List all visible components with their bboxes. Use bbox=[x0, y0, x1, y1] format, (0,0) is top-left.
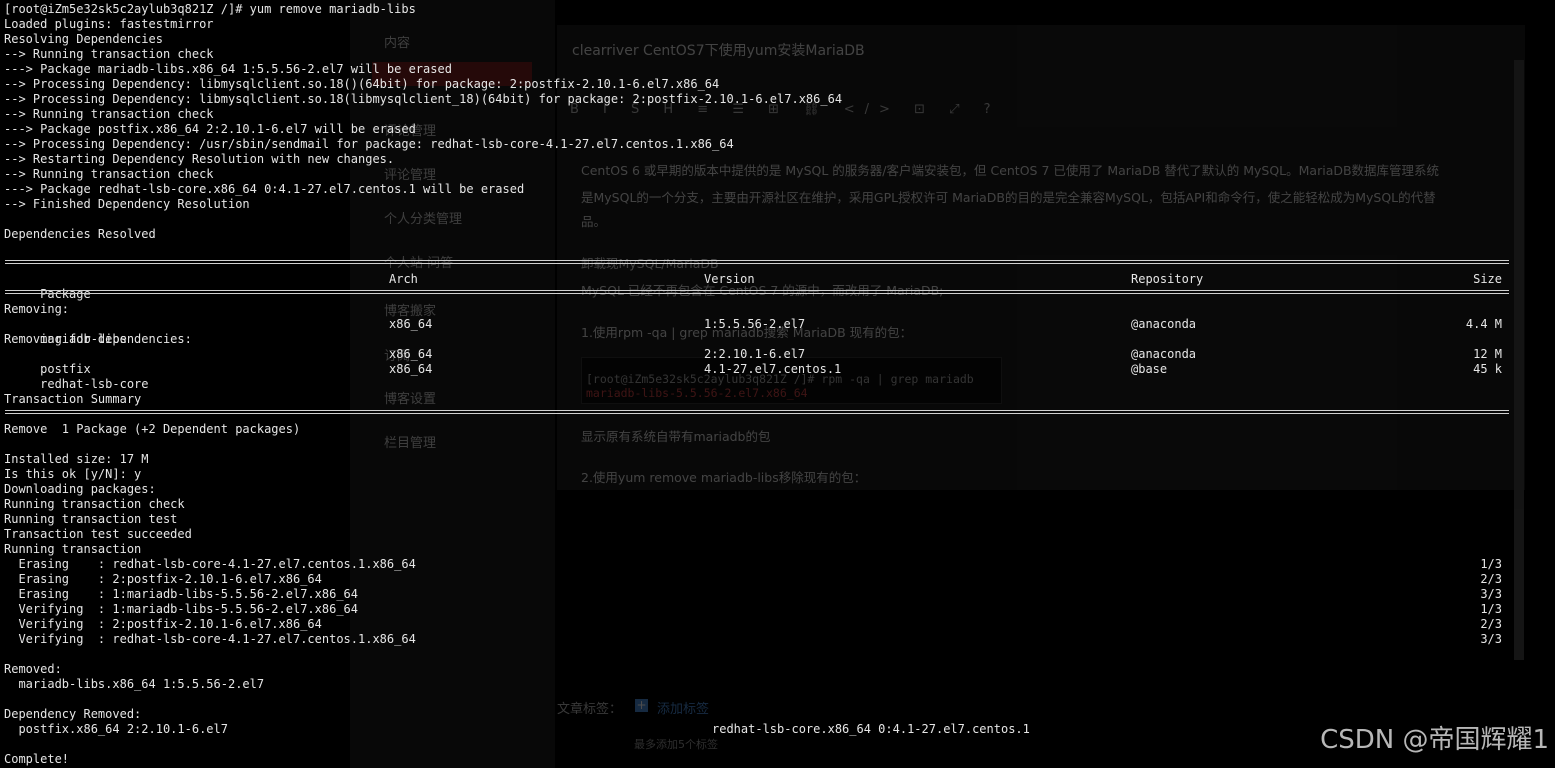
header-arch: Arch bbox=[389, 272, 418, 286]
terminal-line: --> Processing Dependency: libmysqlclien… bbox=[4, 77, 720, 91]
package-version: 2:2.10.1-6.el7 bbox=[704, 347, 806, 361]
progress-text: Verifying : redhat-lsb-core-4.1-27.el7.c… bbox=[4, 632, 416, 646]
terminal-line: Downloading packages: bbox=[4, 482, 156, 496]
csdn-watermark: CSDN @帝国辉耀1 bbox=[1320, 725, 1549, 755]
terminal-line: Transaction test succeeded bbox=[4, 527, 192, 541]
terminal-line: --> Processing Dependency: /usr/sbin/sen… bbox=[4, 137, 734, 151]
progress-text: Erasing : redhat-lsb-core-4.1-27.el7.cen… bbox=[4, 557, 416, 571]
package-arch: x86_64 bbox=[389, 362, 433, 376]
package-repo: @anaconda bbox=[1131, 347, 1197, 361]
terminal-line: --> Running transaction check bbox=[4, 47, 214, 61]
terminal-line: ---> Package postfix.x86_64 2:2.10.1-6.e… bbox=[4, 122, 416, 136]
table-row: mariadb-libs x86_64 1:5.5.56-2.el7 @anacond… bbox=[4, 317, 1502, 346]
complete-message: Complete! bbox=[4, 752, 70, 766]
terminal-line: Dependencies Resolved bbox=[4, 227, 156, 241]
terminal-line: --> Finished Dependency Resolution bbox=[4, 197, 250, 211]
terminal-line: Running transaction check bbox=[4, 497, 185, 511]
terminal-line: Loaded plugins: fastestmirror bbox=[4, 17, 214, 31]
progress-text: Erasing : 2:postfix-2.10.1-6.el7.x86_64 bbox=[4, 572, 322, 586]
removed-label: Removed: bbox=[4, 662, 62, 676]
terminal-line: ---> Package redhat-lsb-core.x86_64 0:4.… bbox=[4, 182, 525, 196]
terminal-output[interactable]: [root@iZm5e32sk5c2aylub3q821Z /]# yum re… bbox=[4, 2, 1510, 767]
terminal-line: --> Running transaction check bbox=[4, 167, 214, 181]
removing-deps-label: Removing for dependencies: bbox=[4, 332, 192, 346]
progress-line: Verifying : 2:postfix-2.10.1-6.el7.x86_6… bbox=[4, 617, 1502, 632]
dependency-removed-item: redhat-lsb-core.x86_64 0:4.1-27.el7.cent… bbox=[712, 722, 1030, 736]
terminal-line: Running transaction test bbox=[4, 512, 178, 526]
terminal-line: --> Running transaction check bbox=[4, 107, 214, 121]
header-size: Size bbox=[1473, 272, 1502, 286]
editor-scrollbar[interactable] bbox=[1514, 60, 1524, 660]
package-size: 12 M bbox=[1473, 347, 1502, 361]
package-size: 4.4 M bbox=[1465, 317, 1502, 331]
progress-line: Erasing : 2:postfix-2.10.1-6.el7.x86_64 2… bbox=[4, 572, 1502, 587]
header-repository: Repository bbox=[1131, 272, 1204, 286]
package-repo: @anaconda bbox=[1131, 317, 1197, 331]
progress-text: Verifying : 1:mariadb-libs-5.5.56-2.el7.… bbox=[4, 602, 359, 616]
dependency-removed-item: postfix.x86_64 2:2.10.1-6.el7 bbox=[4, 722, 228, 736]
package-arch: x86_64 bbox=[389, 347, 433, 361]
table-separator bbox=[4, 257, 1510, 272]
table-separator bbox=[4, 287, 1510, 302]
terminal-line: --> Processing Dependency: libmysqlclien… bbox=[4, 92, 843, 106]
progress-count: 1/3 bbox=[1480, 557, 1502, 571]
progress-text: Verifying : 2:postfix-2.10.1-6.el7.x86_6… bbox=[4, 617, 322, 631]
terminal-line: --> Restarting Dependency Resolution wit… bbox=[4, 152, 395, 166]
package-repo: @base bbox=[1131, 362, 1168, 376]
package-version: 4.1-27.el7.centos.1 bbox=[704, 362, 842, 376]
package-version: 1:5.5.56-2.el7 bbox=[704, 317, 806, 331]
removed-item: mariadb-libs.x86_64 1:5.5.56-2.el7 bbox=[4, 677, 265, 691]
terminal-line: ---> Package mariadb-libs.x86_64 1:5.5.5… bbox=[4, 62, 452, 76]
progress-count: 2/3 bbox=[1480, 617, 1502, 631]
progress-line: Verifying : 1:mariadb-libs-5.5.56-2.el7.… bbox=[4, 602, 1502, 617]
package-size: 45 k bbox=[1473, 362, 1502, 376]
dependency-removed-row: postfix.x86_64 2:2.10.1-6.el7 redhat-lsb-… bbox=[4, 722, 1029, 737]
progress-text: Erasing : 1:mariadb-libs-5.5.56-2.el7.x8… bbox=[4, 587, 359, 601]
removing-label: Removing: bbox=[4, 302, 70, 316]
terminal-line: Is this ok [y/N]: y bbox=[4, 467, 142, 481]
progress-line: Erasing : 1:mariadb-libs-5.5.56-2.el7.x8… bbox=[4, 587, 1502, 602]
table-row: postfix x86_64 2:2.10.1-6.el7 @anaconda 12 M bbox=[4, 347, 1502, 376]
progress-count: 3/3 bbox=[1480, 587, 1502, 601]
table-row: redhat-lsb-core x86_64 4.1-27.el7.centos.1… bbox=[4, 362, 1502, 391]
table-header-row: Package Arch Version Repository Size bbox=[4, 272, 1502, 301]
terminal-prompt-line: [root@iZm5e32sk5c2aylub3q821Z /]# yum re… bbox=[4, 2, 416, 16]
progress-line: Erasing : redhat-lsb-core-4.1-27.el7.cen… bbox=[4, 557, 1502, 572]
terminal-line: Resolving Dependencies bbox=[4, 32, 163, 46]
table-separator bbox=[4, 407, 1510, 422]
terminal-line: Running transaction bbox=[4, 542, 142, 556]
progress-count: 3/3 bbox=[1480, 632, 1502, 646]
progress-line: Verifying : redhat-lsb-core-4.1-27.el7.c… bbox=[4, 632, 1502, 647]
package-arch: x86_64 bbox=[389, 317, 433, 331]
transaction-summary-label: Transaction Summary bbox=[4, 392, 142, 406]
progress-count: 1/3 bbox=[1480, 602, 1502, 616]
header-version: Version bbox=[704, 272, 755, 286]
terminal-line: Installed size: 17 M bbox=[4, 452, 149, 466]
remove-summary: Remove 1 Package (+2 Dependent packages) bbox=[4, 422, 301, 436]
dependency-removed-label: Dependency Removed: bbox=[4, 707, 142, 721]
progress-count: 2/3 bbox=[1480, 572, 1502, 586]
